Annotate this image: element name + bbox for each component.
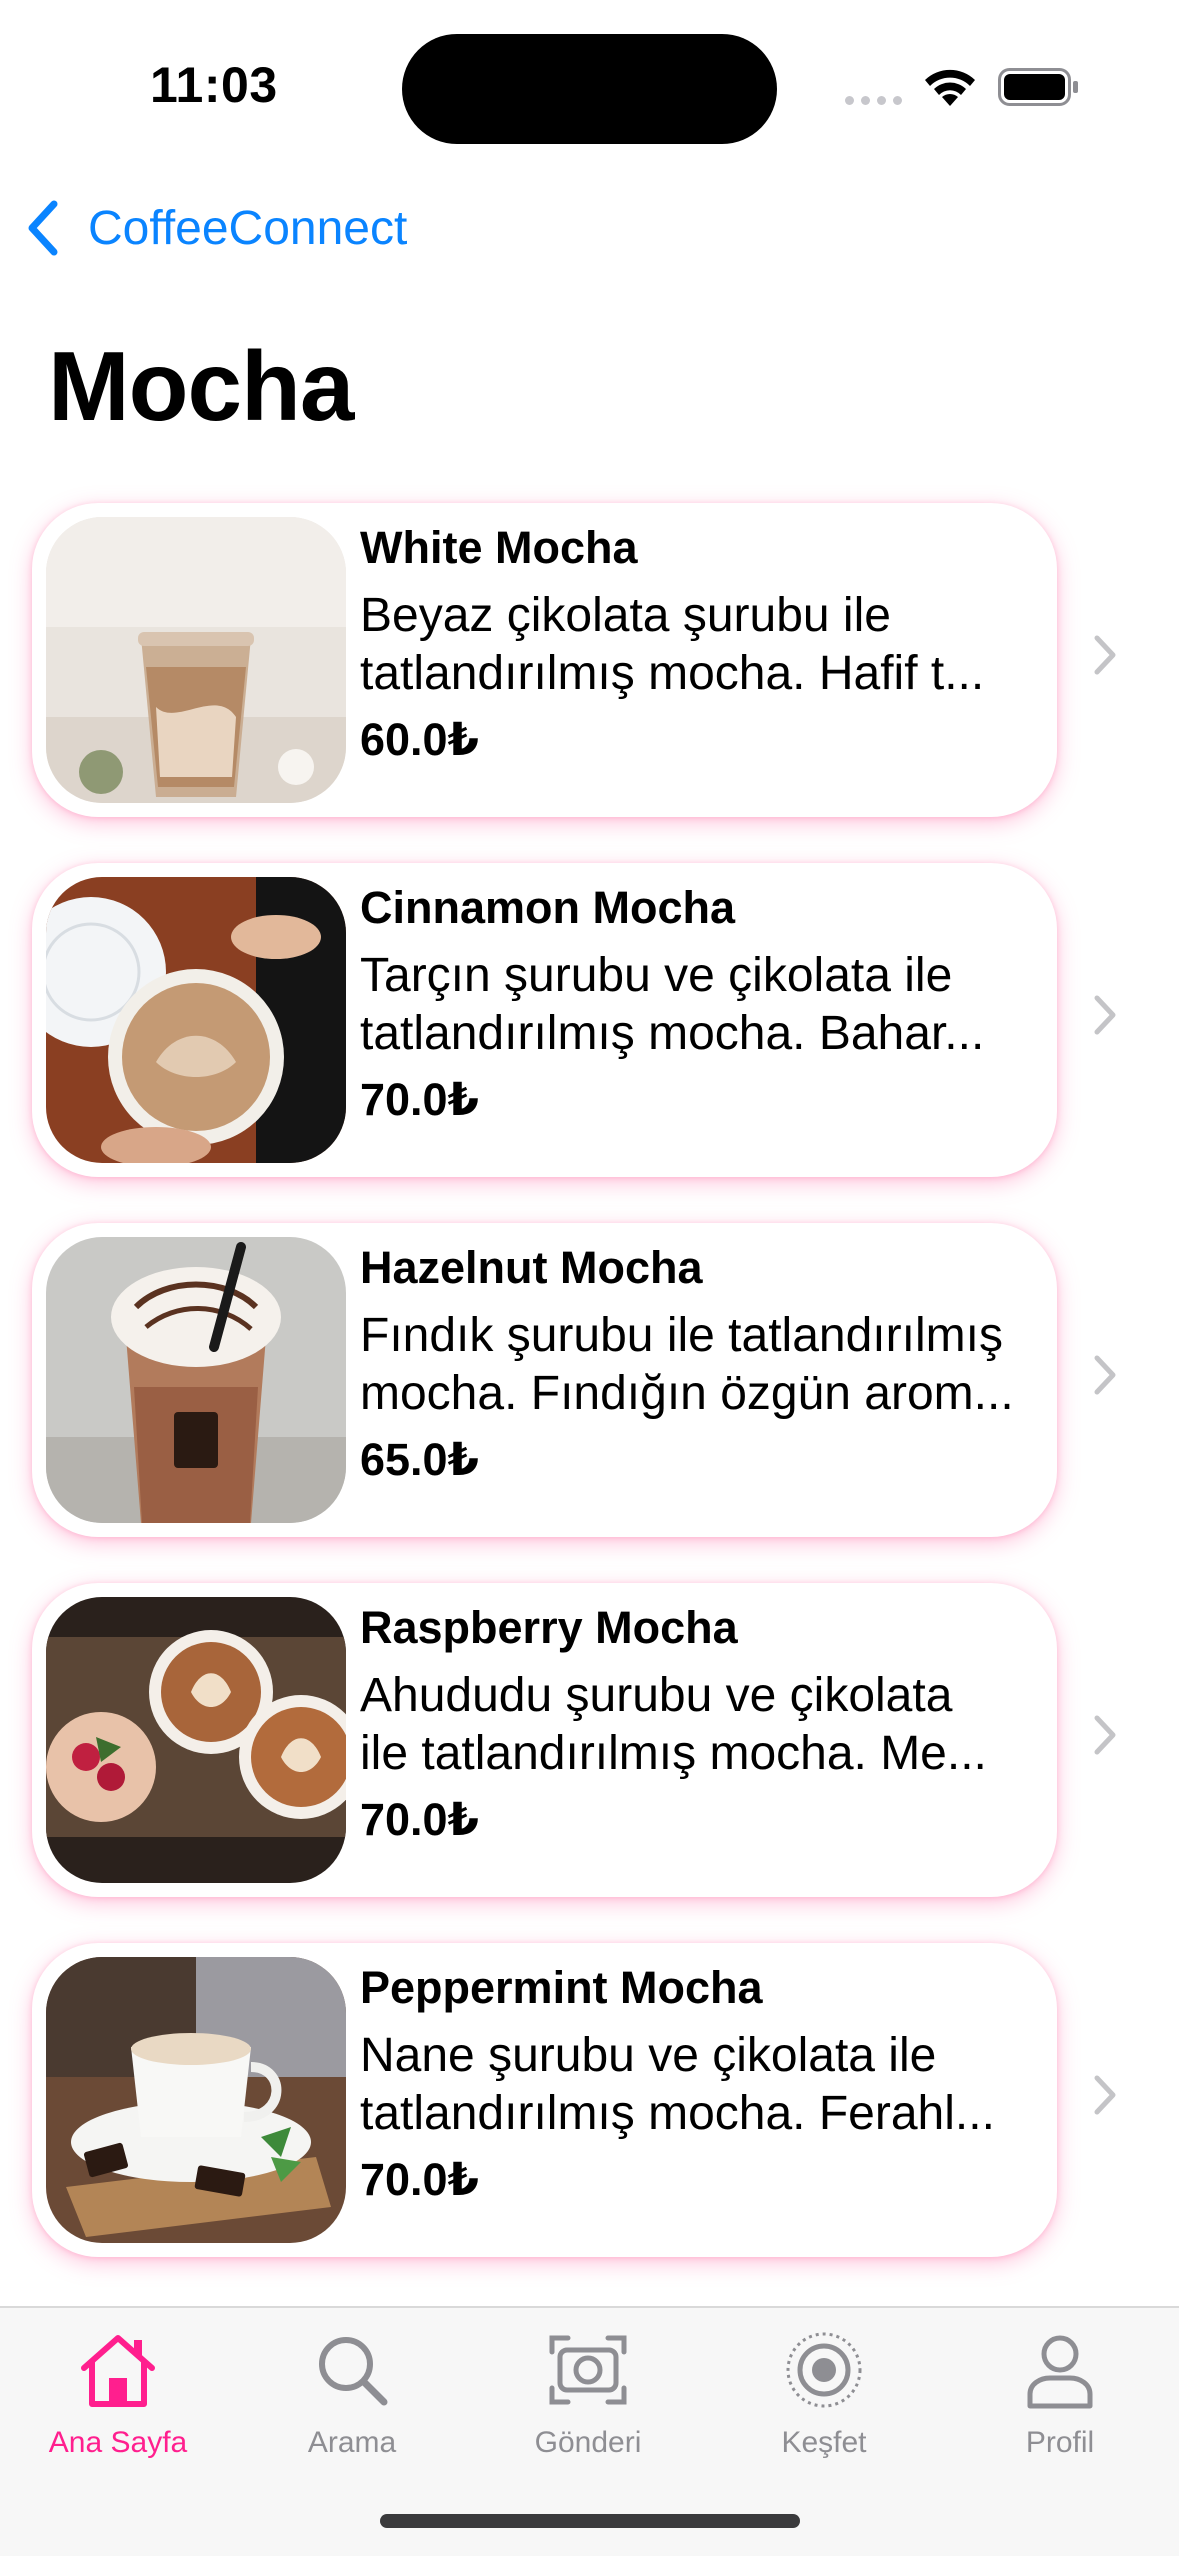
tab-gonderi[interactable]: Gönderi [488, 2328, 688, 2478]
product-card[interactable]: Peppermint Mocha Nane şurubu ve çikolata… [32, 1943, 1057, 2257]
person-icon [1027, 2335, 1093, 2409]
description-line: ile tatlandırılmış mocha. Me... [360, 1727, 987, 1780]
tab-label: Profil [1025, 2426, 1095, 2459]
tab-kesfet[interactable]: Keşfet [724, 2328, 924, 2478]
description-line: Tarçın şurubu ve çikolata ile [360, 949, 953, 1002]
product-image-raspberry-mocha [46, 1597, 346, 1883]
product-text: Hazelnut Mocha Fındık şurubu ile tatland… [360, 1237, 1080, 1491]
description-line: Nane şurubu ve çikolata ile [360, 2029, 937, 2082]
list-item[interactable]: Raspberry Mocha Ahududu şurubu ve çikola… [0, 1583, 1179, 1897]
battery-icon [998, 68, 1078, 106]
product-image-white-mocha [46, 517, 346, 803]
search-icon [319, 2337, 388, 2406]
chevron-right-icon [1094, 1355, 1116, 1395]
product-price: 70.0₺ [360, 2154, 479, 2205]
home-icon [81, 2335, 155, 2407]
product-text: Peppermint Mocha Nane şurubu ve çikolata… [360, 1957, 1080, 2211]
list-item[interactable]: White Mocha Beyaz çikolata şurubu ile ta… [0, 503, 1179, 817]
back-button-label: CoffeeConnect [88, 201, 408, 255]
tab-label: Arama [307, 2426, 397, 2459]
product-price: 65.0₺ [360, 1434, 479, 1485]
tab-label: Keşfet [781, 2426, 867, 2459]
home-indicator [380, 2514, 800, 2528]
chevron-right-icon [1094, 1715, 1116, 1755]
product-price: 60.0₺ [360, 714, 479, 765]
description-line: tatlandırılmış mocha. Bahar... [360, 1007, 985, 1060]
product-name: White Mocha [360, 522, 638, 573]
chevron-right-icon [1094, 635, 1116, 675]
product-text: Cinnamon Mocha Tarçın şurubu ve çikolata… [360, 877, 1080, 1131]
camera-viewfinder-icon [549, 2335, 627, 2405]
list-item[interactable]: Cinnamon Mocha Tarçın şurubu ve çikolata… [0, 863, 1179, 1177]
product-card[interactable]: White Mocha Beyaz çikolata şurubu ile ta… [32, 503, 1057, 817]
product-image-hazelnut-mocha [46, 1237, 346, 1523]
product-price: 70.0₺ [360, 1074, 479, 1125]
product-description: Nane şurubu ve çikolata ile tatlandırılm… [360, 2027, 1080, 2143]
product-card[interactable]: Raspberry Mocha Ahududu şurubu ve çikola… [32, 1583, 1057, 1897]
wifi-icon [925, 69, 975, 106]
page-title: Mocha [48, 331, 354, 441]
product-image-cinnamon-mocha [46, 877, 346, 1163]
explore-icon [786, 2332, 862, 2408]
tab-profil[interactable]: Profil [960, 2328, 1160, 2478]
description-line: mocha. Fındığın özgün arom... [360, 1367, 1014, 1420]
product-name: Cinnamon Mocha [360, 882, 736, 933]
list-item[interactable]: Hazelnut Mocha Fındık şurubu ile tatland… [0, 1223, 1179, 1537]
product-description: Fındık şurubu ile tatlandırılmış mocha. … [360, 1307, 1080, 1423]
chevron-left-icon [28, 200, 58, 256]
description-line: tatlandırılmış mocha. Hafif t... [360, 647, 985, 700]
cellular-signal-icon [845, 96, 905, 105]
description-line: Ahududu şurubu ve çikolata [360, 1669, 953, 1722]
chevron-right-icon [1094, 995, 1116, 1035]
tab-label: Ana Sayfa [48, 2426, 188, 2459]
tab-ana-sayfa[interactable]: Ana Sayfa [18, 2328, 218, 2478]
status-bar: 11:03 [0, 0, 1179, 160]
chevron-right-icon [1094, 2075, 1116, 2115]
back-button[interactable]: CoffeeConnect [24, 196, 407, 260]
product-description: Tarçın şurubu ve çikolata ile tatlandırı… [360, 947, 1080, 1063]
product-price: 70.0₺ [360, 1794, 479, 1845]
product-description: Ahududu şurubu ve çikolata ile tatlandır… [360, 1667, 1080, 1783]
tab-label: Gönderi [534, 2426, 642, 2459]
product-card[interactable]: Cinnamon Mocha Tarçın şurubu ve çikolata… [32, 863, 1057, 1177]
product-name: Raspberry Mocha [360, 1602, 738, 1653]
product-text: Raspberry Mocha Ahududu şurubu ve çikola… [360, 1597, 1080, 1851]
product-card[interactable]: Hazelnut Mocha Fındık şurubu ile tatland… [32, 1223, 1057, 1537]
product-name: Hazelnut Mocha [360, 1242, 703, 1293]
product-text: White Mocha Beyaz çikolata şurubu ile ta… [360, 517, 1080, 771]
product-description: Beyaz çikolata şurubu ile tatlandırılmış… [360, 587, 1080, 703]
product-name: Peppermint Mocha [360, 1962, 763, 2013]
tab-arama[interactable]: Arama [252, 2328, 452, 2478]
description-line: Fındık şurubu ile tatlandırılmış [360, 1309, 1003, 1362]
description-line: Beyaz çikolata şurubu ile [360, 589, 891, 642]
description-line: tatlandırılmış mocha. Ferahl... [360, 2087, 995, 2140]
status-time: 11:03 [150, 57, 278, 113]
dynamic-island [402, 34, 777, 144]
list-item[interactable]: Peppermint Mocha Nane şurubu ve çikolata… [0, 1943, 1179, 2257]
product-image-peppermint-mocha [46, 1957, 346, 2243]
